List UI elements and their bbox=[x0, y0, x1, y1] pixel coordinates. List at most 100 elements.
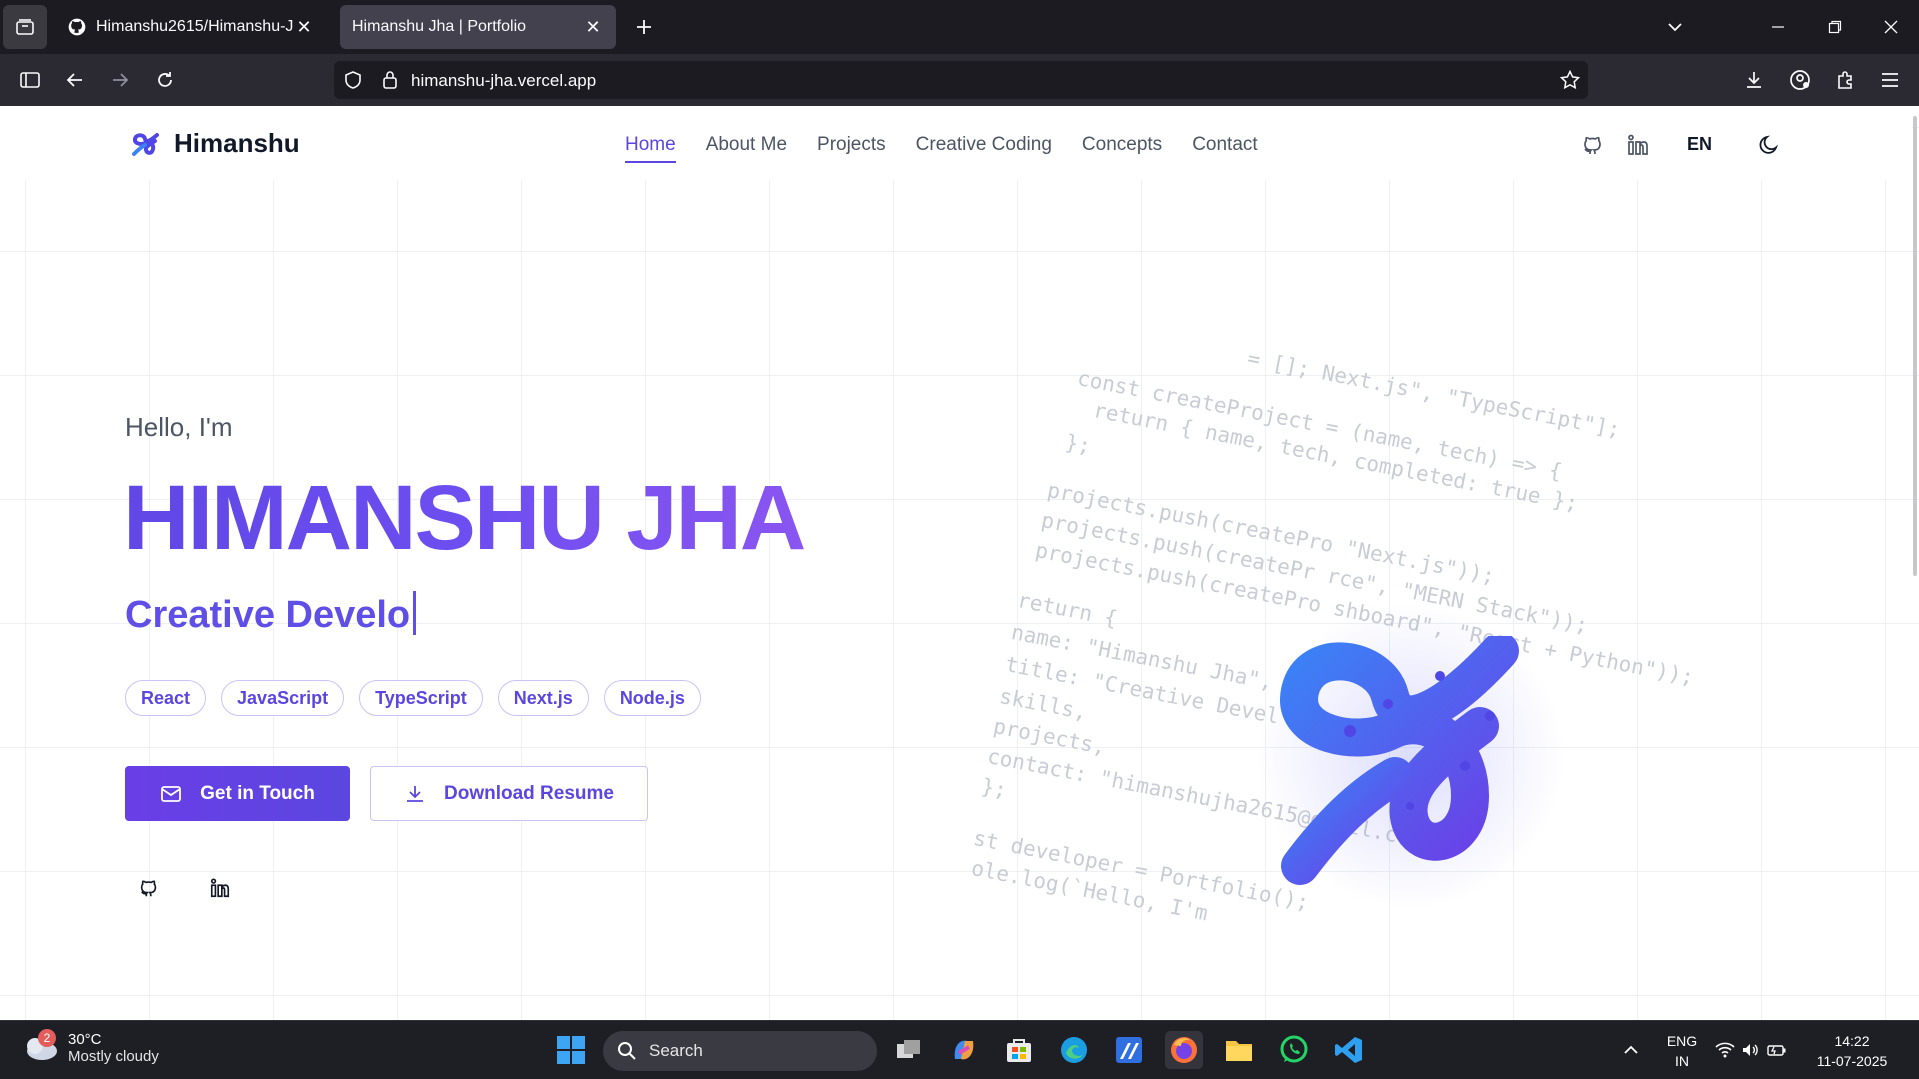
code-line: const createProject = (name, tech) => { bbox=[1075, 366, 1565, 484]
task-view-button[interactable] bbox=[890, 1031, 928, 1069]
nav-concepts[interactable]: Concepts bbox=[1082, 134, 1162, 163]
tab-title: Himanshu2615/Himanshu-Jha bbox=[96, 18, 293, 35]
hero-linkedin-link[interactable] bbox=[206, 874, 234, 902]
close-window-button[interactable] bbox=[1871, 8, 1911, 46]
file-explorer-button[interactable] bbox=[1220, 1031, 1258, 1069]
reload-button[interactable] bbox=[147, 62, 183, 98]
downloads-button[interactable] bbox=[1736, 62, 1772, 98]
nav-projects[interactable]: Projects bbox=[817, 134, 886, 163]
list-all-tabs-button[interactable] bbox=[1655, 8, 1695, 46]
code-line: }; bbox=[1063, 430, 1093, 459]
download-resume-label: Download Resume bbox=[444, 782, 614, 804]
show-hidden-icons-button[interactable] bbox=[1612, 1031, 1650, 1069]
nav-about[interactable]: About Me bbox=[706, 134, 787, 163]
lock-icon[interactable] bbox=[382, 70, 398, 90]
clock[interactable]: 14:22 11-07-2025 bbox=[1812, 1031, 1892, 1071]
restore-icon bbox=[1828, 20, 1842, 34]
extensions-button[interactable] bbox=[1828, 62, 1864, 98]
clock-date: 11-07-2025 bbox=[1816, 1053, 1888, 1069]
code-line: ole.log(`Hello, I'm bbox=[969, 856, 1210, 926]
app-button[interactable] bbox=[1110, 1031, 1148, 1069]
tab-list-button[interactable] bbox=[3, 5, 47, 49]
search-icon bbox=[618, 1042, 636, 1060]
whatsapp-icon bbox=[1280, 1035, 1308, 1063]
code-line: st developer = Portfolio(); bbox=[971, 826, 1312, 915]
shield-icon[interactable] bbox=[344, 71, 362, 89]
folder-icon bbox=[1226, 1041, 1252, 1061]
github-icon bbox=[140, 880, 157, 897]
nav-contact[interactable]: Contact bbox=[1192, 134, 1257, 163]
tab-title: Himanshu Jha | Portfolio bbox=[352, 18, 527, 35]
close-icon bbox=[1884, 20, 1898, 34]
hero-logo-icon bbox=[1280, 636, 1519, 885]
page-viewport: = []; Next.js", "TypeScript"]; const cre… bbox=[0, 106, 1919, 1020]
code-line: = []; Next.js", "TypeScript"]; bbox=[1245, 346, 1623, 442]
code-line: }; bbox=[979, 774, 1009, 803]
sidebar-toggle-button[interactable] bbox=[12, 62, 48, 98]
code-line: return { name, tech, completed: true }; bbox=[1091, 398, 1581, 516]
skill-chip: Next.js bbox=[497, 680, 589, 716]
store-button[interactable] bbox=[1000, 1031, 1038, 1069]
browser-tab-bar: Himanshu2615/Himanshu-Jha ✕ Himanshu Jha… bbox=[0, 0, 1919, 54]
vscode-icon bbox=[1335, 1037, 1362, 1063]
edge-button[interactable] bbox=[1055, 1031, 1093, 1069]
theme-toggle-button[interactable] bbox=[1754, 130, 1784, 160]
whatsapp-button[interactable] bbox=[1275, 1031, 1313, 1069]
back-button[interactable] bbox=[57, 62, 93, 98]
github-icon bbox=[68, 18, 86, 36]
address-bar[interactable]: himanshu-jha.vercel.app bbox=[334, 61, 1588, 99]
wifi-icon bbox=[1715, 1042, 1735, 1058]
brand-mark-icon bbox=[132, 132, 159, 156]
start-button[interactable] bbox=[552, 1031, 590, 1069]
new-tab-button[interactable] bbox=[629, 12, 659, 42]
code-line: name: "Himanshu Jha", bbox=[1009, 620, 1275, 695]
browser-tab-github[interactable]: Himanshu2615/Himanshu-Jha ✕ bbox=[55, 5, 327, 49]
close-tab-icon[interactable]: ✕ bbox=[582, 16, 604, 38]
star-bookmark-icon[interactable] bbox=[1560, 70, 1580, 90]
url-text[interactable]: himanshu-jha.vercel.app bbox=[411, 71, 596, 91]
copilot-button[interactable] bbox=[945, 1031, 983, 1069]
arrow-right-icon bbox=[113, 73, 129, 87]
taskbar-search[interactable]: Search bbox=[603, 1031, 877, 1071]
hero-role-text: Creative Develo bbox=[125, 594, 411, 636]
brand-logo[interactable]: Himanshu bbox=[130, 128, 300, 159]
puzzle-icon bbox=[1838, 71, 1852, 89]
minimize-icon bbox=[1772, 26, 1784, 28]
task-view-icon bbox=[897, 1040, 920, 1058]
weather-description: Mostly cloudy bbox=[68, 1048, 159, 1065]
browser-tab-portfolio[interactable]: Himanshu Jha | Portfolio ✕ bbox=[340, 5, 616, 49]
minimize-button[interactable] bbox=[1758, 8, 1798, 46]
system-tray-status[interactable] bbox=[1711, 1031, 1791, 1069]
hero-greeting: Hello, I'm bbox=[125, 412, 233, 442]
header-linkedin-link[interactable] bbox=[1623, 130, 1653, 160]
github-icon bbox=[1584, 136, 1601, 155]
hero-name: HIMANSHU JHA bbox=[123, 467, 806, 569]
weather-widget[interactable]: 2 30°C Mostly cloudy bbox=[20, 1029, 159, 1065]
close-tab-icon[interactable]: ✕ bbox=[293, 16, 315, 38]
language-switcher[interactable]: EN bbox=[1687, 134, 1712, 155]
hero-github-link[interactable] bbox=[135, 874, 163, 902]
hamburger-icon bbox=[1882, 73, 1898, 87]
download-icon bbox=[404, 783, 426, 805]
vscode-button[interactable] bbox=[1330, 1031, 1368, 1069]
firefox-button[interactable] bbox=[1165, 1031, 1203, 1069]
get-in-touch-button[interactable]: Get in Touch bbox=[125, 766, 350, 821]
forward-button[interactable] bbox=[102, 62, 138, 98]
page-scrollbar[interactable] bbox=[1913, 116, 1917, 576]
download-resume-button[interactable]: Download Resume bbox=[370, 766, 648, 821]
hero-role: Creative Develo bbox=[125, 591, 417, 637]
account-button[interactable] bbox=[1782, 62, 1818, 98]
store-icon bbox=[1007, 1039, 1031, 1062]
nav-home[interactable]: Home bbox=[625, 134, 676, 163]
code-line: skills, bbox=[997, 684, 1089, 725]
volume-icon bbox=[1743, 1044, 1758, 1056]
header-github-link[interactable] bbox=[1578, 130, 1608, 160]
app-menu-button[interactable] bbox=[1872, 62, 1908, 98]
restore-button[interactable] bbox=[1815, 8, 1855, 46]
input-language[interactable]: ENG IN bbox=[1662, 1031, 1702, 1071]
nav-creative-coding[interactable]: Creative Coding bbox=[916, 134, 1052, 163]
edge-icon bbox=[1061, 1037, 1087, 1063]
clock-time: 14:22 bbox=[1834, 1033, 1870, 1049]
app-icon bbox=[1116, 1037, 1142, 1063]
code-line: projects, bbox=[991, 714, 1108, 760]
